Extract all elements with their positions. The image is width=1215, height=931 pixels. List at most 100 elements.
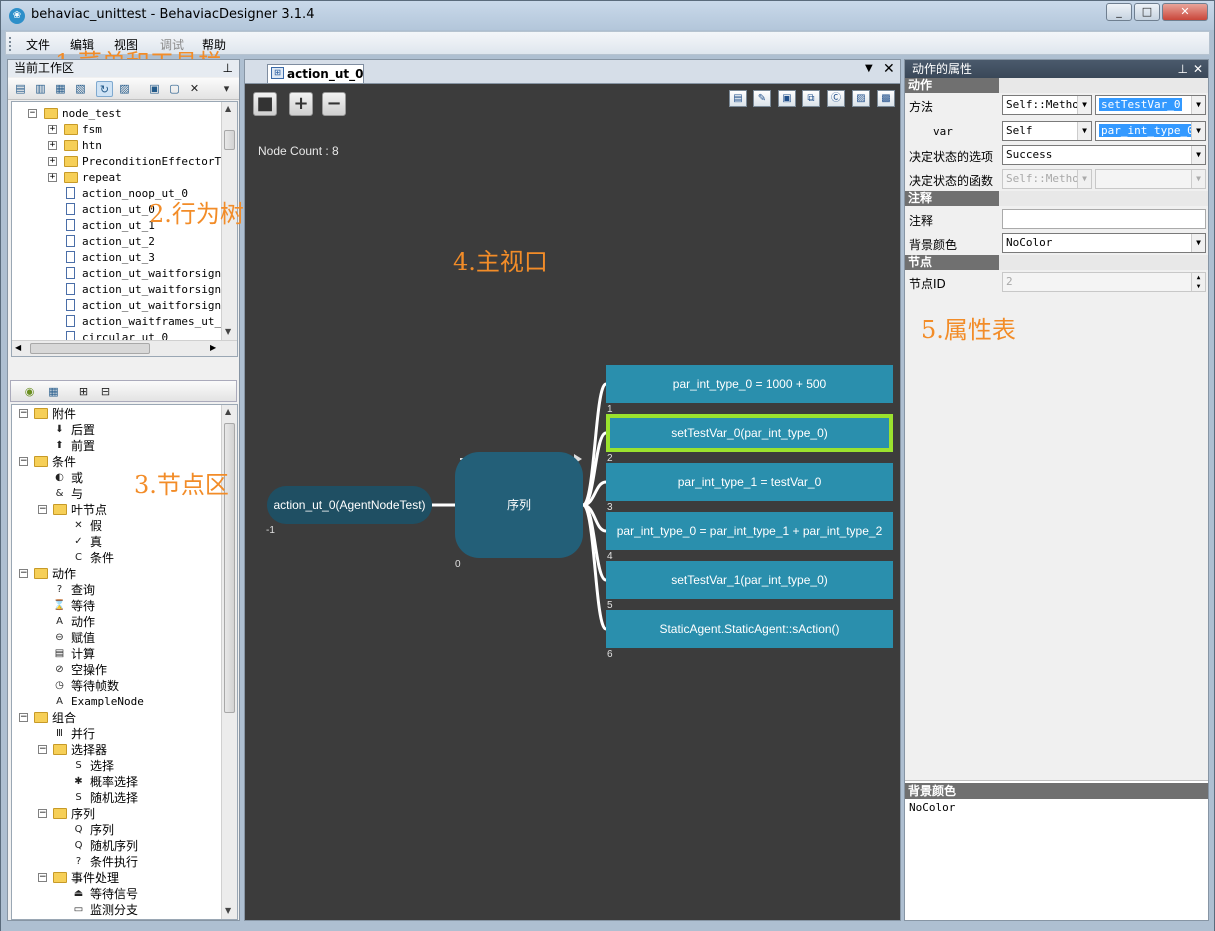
node-palette-item[interactable]: ⬆ 前置 bbox=[12, 438, 222, 454]
new-file-icon[interactable]: ▣ bbox=[146, 81, 163, 97]
delete-icon[interactable]: ✕ bbox=[186, 81, 203, 97]
expander-icon[interactable]: − bbox=[19, 457, 28, 466]
node-palette-item[interactable]: ✕ 假 bbox=[12, 518, 222, 534]
expander-icon[interactable]: − bbox=[19, 409, 28, 418]
node-palette-item[interactable]: ⬇ 后置 bbox=[12, 422, 222, 438]
node-palette-item[interactable]: Q 序列 bbox=[12, 822, 222, 838]
tab-action-ut-0[interactable]: ⊞ action_ut_0 bbox=[267, 64, 364, 84]
expander-icon[interactable]: + bbox=[48, 157, 57, 166]
scroll-thumb[interactable] bbox=[224, 130, 235, 150]
workspace-item[interactable]: + PreconditionEffectorTe bbox=[12, 154, 228, 170]
node-palette-item[interactable]: − 动作 bbox=[12, 566, 222, 582]
workspace-item[interactable]: action_ut_2 bbox=[12, 234, 222, 250]
workspace-item[interactable]: action_waitframes_ut_0 bbox=[12, 314, 228, 330]
eye-icon[interactable]: ◉ bbox=[21, 384, 38, 400]
node-palette-item[interactable]: ✓ 真 bbox=[12, 534, 222, 550]
node-palette-item[interactable]: ⌛ 等待 bbox=[12, 598, 222, 614]
collapse-all-icon[interactable]: ⊟ bbox=[97, 384, 114, 400]
node-palette-item[interactable]: ▭ 监测分支 bbox=[12, 902, 222, 918]
expander-icon[interactable]: + bbox=[48, 125, 57, 134]
palette-icon[interactable]: ▦ bbox=[45, 384, 62, 400]
scroll-up-icon[interactable]: ▲ bbox=[225, 407, 231, 416]
pin-icon[interactable]: ⊥ bbox=[223, 60, 233, 77]
node-palette-item[interactable]: ? 条件执行 bbox=[12, 854, 222, 870]
expand-all-icon[interactable]: ⊞ bbox=[75, 384, 92, 400]
sequence-node[interactable]: 序列 bbox=[455, 452, 583, 558]
node-palette-item[interactable]: S 选择 bbox=[12, 758, 222, 774]
workspace-item[interactable]: action_ut_3 bbox=[12, 250, 222, 266]
node-palette-item[interactable]: Ⅲ 并行 bbox=[12, 726, 222, 742]
expander-icon[interactable]: − bbox=[19, 713, 28, 722]
node-palette-item[interactable]: − 叶节点 bbox=[12, 502, 222, 518]
var-scope-select[interactable]: Self ▼ bbox=[1002, 121, 1092, 141]
workspace-hscroll[interactable]: ◀ ▶ bbox=[12, 340, 237, 356]
node-palette-item[interactable]: S 随机选择 bbox=[12, 790, 222, 806]
scroll-thumb[interactable] bbox=[30, 343, 150, 354]
scroll-up-icon[interactable]: ▲ bbox=[225, 104, 231, 113]
scroll-down-icon[interactable]: ▼ bbox=[225, 906, 231, 915]
node-palette-item[interactable]: ⊘ 空操作 bbox=[12, 662, 222, 678]
node-palette-item[interactable]: − 组合 bbox=[12, 710, 222, 726]
pin-icon[interactable]: ⊥ bbox=[1178, 60, 1188, 78]
action-node[interactable]: par_int_type_0 = par_int_type_1 + par_in… bbox=[606, 512, 893, 550]
node-palette-item[interactable]: Q 随机序列 bbox=[12, 838, 222, 854]
reload-icon[interactable]: ▨ bbox=[116, 81, 133, 97]
expander-icon[interactable]: − bbox=[28, 109, 37, 118]
expander-icon[interactable]: + bbox=[48, 173, 57, 182]
bgcolor-select[interactable]: NoColor ▼ bbox=[1002, 233, 1206, 253]
workspace-item[interactable]: action_ut_waitforsigna bbox=[12, 282, 228, 298]
action-node[interactable]: StaticAgent.StaticAgent::sAction() bbox=[606, 610, 893, 648]
node-palette-item[interactable]: ⊖ 赋值 bbox=[12, 630, 222, 646]
node-palette-item[interactable]: ◷ 等待帧数 bbox=[12, 678, 222, 694]
expander-icon[interactable]: + bbox=[48, 141, 57, 150]
expander-icon[interactable]: − bbox=[38, 745, 47, 754]
workspace-item[interactable]: + fsm bbox=[12, 122, 222, 138]
close-icon[interactable]: ✕ bbox=[1193, 60, 1203, 78]
expander-icon[interactable]: − bbox=[38, 809, 47, 818]
refresh-icon[interactable]: ↻ bbox=[96, 81, 113, 97]
workspace-item[interactable]: + repeat bbox=[12, 170, 222, 186]
node-palette-item[interactable]: ✱ 概率选择 bbox=[12, 774, 222, 790]
root-node[interactable]: action_ut_0(AgentNodeTest) bbox=[267, 486, 432, 524]
workspace-item[interactable]: − node_test bbox=[12, 106, 222, 122]
node-palette-item[interactable]: − 序列 bbox=[12, 806, 222, 822]
node-palette-item[interactable]: ▤ 计算 bbox=[12, 646, 222, 662]
scroll-left-icon[interactable]: ◀ bbox=[15, 343, 21, 352]
action-node[interactable]: setTestVar_1(par_int_type_0) bbox=[606, 561, 893, 599]
expander-icon[interactable]: − bbox=[38, 505, 47, 514]
method-select[interactable]: setTestVar_0 ▼ bbox=[1095, 95, 1206, 115]
node-palette-item[interactable]: A ExampleNode bbox=[12, 694, 222, 710]
overflow-icon[interactable]: ▾ bbox=[218, 81, 235, 97]
save-workspace-icon[interactable]: ▥ bbox=[32, 81, 49, 97]
open-icon[interactable]: ▤ bbox=[12, 81, 29, 97]
action-node[interactable]: setTestVar_0(par_int_type_0) bbox=[606, 414, 893, 452]
menu-file[interactable]: 文件 bbox=[26, 36, 50, 53]
scroll-right-icon[interactable]: ▶ bbox=[210, 343, 216, 352]
result-option-select[interactable]: Success ▼ bbox=[1002, 145, 1206, 165]
close-button[interactable]: ✕ bbox=[1162, 3, 1208, 21]
expander-icon[interactable]: − bbox=[19, 569, 28, 578]
method-scope-select[interactable]: Self::Metho ▼ bbox=[1002, 95, 1092, 115]
workspace-item[interactable]: action_ut_waitforsigna bbox=[12, 298, 228, 314]
import-icon[interactable]: ▧ bbox=[72, 81, 89, 97]
node-palette-item[interactable]: − 附件 bbox=[12, 406, 222, 422]
comment-input[interactable] bbox=[1002, 209, 1206, 229]
action-node[interactable]: par_int_type_1 = testVar_0 bbox=[606, 463, 893, 501]
var-select[interactable]: par_int_type_0 ▼ bbox=[1095, 121, 1206, 141]
tab-dropdown-icon[interactable]: ▼ bbox=[865, 63, 873, 74]
expander-icon[interactable]: − bbox=[38, 873, 47, 882]
node-palette-item[interactable]: A 动作 bbox=[12, 614, 222, 630]
export-icon[interactable]: ▦ bbox=[52, 81, 69, 97]
scroll-down-icon[interactable]: ▼ bbox=[225, 327, 231, 336]
node-palette-item[interactable]: − 选择器 bbox=[12, 742, 222, 758]
minimize-button[interactable]: _ bbox=[1106, 3, 1132, 21]
node-palette-item[interactable]: − 事件处理 bbox=[12, 870, 222, 886]
maximize-button[interactable]: □ bbox=[1134, 3, 1160, 21]
main-viewport[interactable]: ■ + − ▤ ✎ ▣ ⧉ Ⓒ ▨ ▩ Node Count : 8 4.主视口… bbox=[244, 83, 901, 921]
new-folder-icon[interactable]: ▢ bbox=[166, 81, 183, 97]
node-palette-item[interactable]: ? 查询 bbox=[12, 582, 222, 598]
workspace-item[interactable]: action_ut_waitforsigna bbox=[12, 266, 228, 282]
tab-close-icon[interactable]: ✕ bbox=[883, 61, 895, 77]
node-palette-item[interactable]: C 条件 bbox=[12, 550, 222, 566]
node-palette-item[interactable]: ⏏ 等待信号 bbox=[12, 886, 222, 902]
